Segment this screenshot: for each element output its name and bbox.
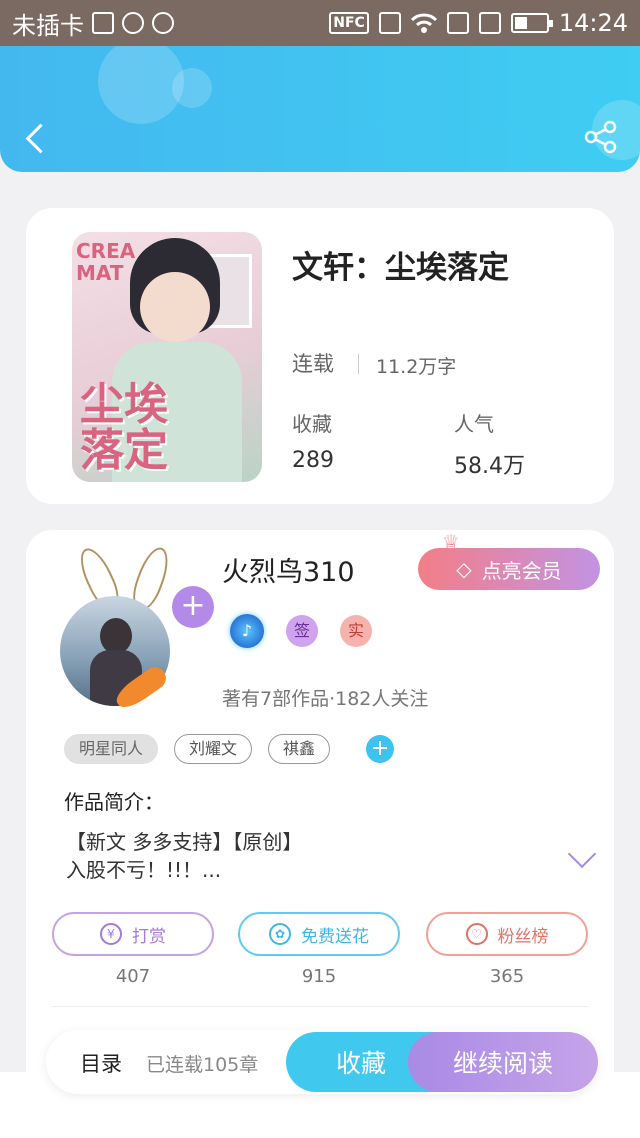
continue-reading-button[interactable]: 继续阅读 xyxy=(408,1032,598,1092)
vip-button[interactable]: ◇ 点亮会员 xyxy=(418,548,600,590)
clock-time: 14:24 xyxy=(558,9,628,37)
status-bar: 未插卡 NFC 14:24 xyxy=(0,0,640,46)
battery-icon xyxy=(510,13,553,33)
divider xyxy=(358,354,359,374)
yen-icon: ¥ xyxy=(100,923,122,945)
decor-bubble xyxy=(98,46,184,124)
book-cover-image[interactable]: CREA MAT 尘埃 落定 xyxy=(72,232,262,482)
fans-ranking-label: 粉丝榜 xyxy=(497,926,549,947)
cover-person-face xyxy=(140,272,210,342)
author-avatar-area[interactable]: + xyxy=(56,540,226,714)
book-info-card: CREA MAT 尘埃 落定 文轩：尘埃落定 连载 11.2万字 收藏 289 … xyxy=(26,208,614,504)
toc-button[interactable]: 目录 xyxy=(80,1048,122,1078)
carrier-text: 未插卡 xyxy=(12,11,84,40)
steering-wheel-icon xyxy=(152,12,174,34)
image-icon xyxy=(92,12,114,34)
sim-card-2-icon xyxy=(478,12,501,34)
author-meta: 著有7部作品·182人关注 xyxy=(222,688,429,710)
back-arrow-icon[interactable] xyxy=(22,120,50,156)
wifi-icon xyxy=(410,13,437,33)
continue-reading-label: 继续阅读 xyxy=(452,1049,553,1078)
author-name[interactable]: 火烈鸟310 xyxy=(222,550,355,589)
intro-title: 作品简介： xyxy=(64,790,164,814)
sim-card-icon xyxy=(446,12,469,34)
divider xyxy=(52,1006,588,1007)
tag-list: 明星同人 刘耀文 祺鑫 + xyxy=(64,734,395,764)
send-flower-label: 免费送花 xyxy=(301,926,369,947)
flower-count: 915 xyxy=(301,966,337,987)
bottom-action-bar: 目录 已连载105章 收藏 继续阅读 xyxy=(46,1030,598,1094)
reward-label: 打赏 xyxy=(132,926,166,947)
serial-status: 连载 xyxy=(292,352,334,376)
vip-button-label: 点亮会员 xyxy=(481,558,562,583)
chapter-count[interactable]: 已连载105章 xyxy=(146,1050,258,1077)
add-tag-icon[interactable]: + xyxy=(366,735,395,763)
word-count: 11.2万字 xyxy=(376,356,457,378)
tag-item[interactable]: 明星同人 xyxy=(64,734,159,764)
diamond-icon: ◇ xyxy=(456,557,472,581)
chevron-down-icon[interactable] xyxy=(567,839,597,869)
signed-badge[interactable]: 签 xyxy=(286,615,318,647)
header xyxy=(0,46,640,172)
follow-plus-icon[interactable]: + xyxy=(172,586,214,628)
intro-text: 【新文 多多支持】【原创】 入股不亏！!!！... xyxy=(66,830,303,882)
popularity-label: 人气 xyxy=(454,412,494,436)
reward-button[interactable]: ¥ 打赏 xyxy=(52,912,214,956)
music-badge-icon[interactable]: ♪ xyxy=(230,614,264,648)
user-heart-icon: ♡ xyxy=(465,923,488,945)
favorites-value: 289 xyxy=(292,448,334,473)
send-flower-button[interactable]: ✿ 免费送花 xyxy=(238,912,400,956)
cover-top-text: CREA MAT xyxy=(76,239,136,285)
tag-item[interactable]: 刘耀文 xyxy=(174,734,253,764)
favorites-label: 收藏 xyxy=(292,412,332,436)
decor-bubble xyxy=(172,68,212,108)
flower-icon: ✿ xyxy=(269,923,291,945)
reward-count: 407 xyxy=(115,966,151,987)
popularity-value: 58.4万 xyxy=(454,454,525,479)
tag-item[interactable]: 祺鑫 xyxy=(268,734,331,764)
favorite-button-label: 收藏 xyxy=(335,1049,386,1078)
vibrate-icon xyxy=(378,12,401,34)
verified-badge[interactable]: 实 xyxy=(340,615,372,647)
fans-count: 365 xyxy=(489,966,525,987)
fans-ranking-button[interactable]: ♡ 粉丝榜 xyxy=(426,912,588,956)
share-icon[interactable] xyxy=(584,120,618,154)
avatar-head xyxy=(100,618,132,654)
author-badges: ♪ 签 实 xyxy=(230,614,372,648)
nfc-icon: NFC xyxy=(329,12,369,34)
camera-icon xyxy=(122,12,144,34)
cover-title-text: 尘埃 落定 xyxy=(80,379,168,476)
book-title: 文轩：尘埃落定 xyxy=(292,250,509,286)
